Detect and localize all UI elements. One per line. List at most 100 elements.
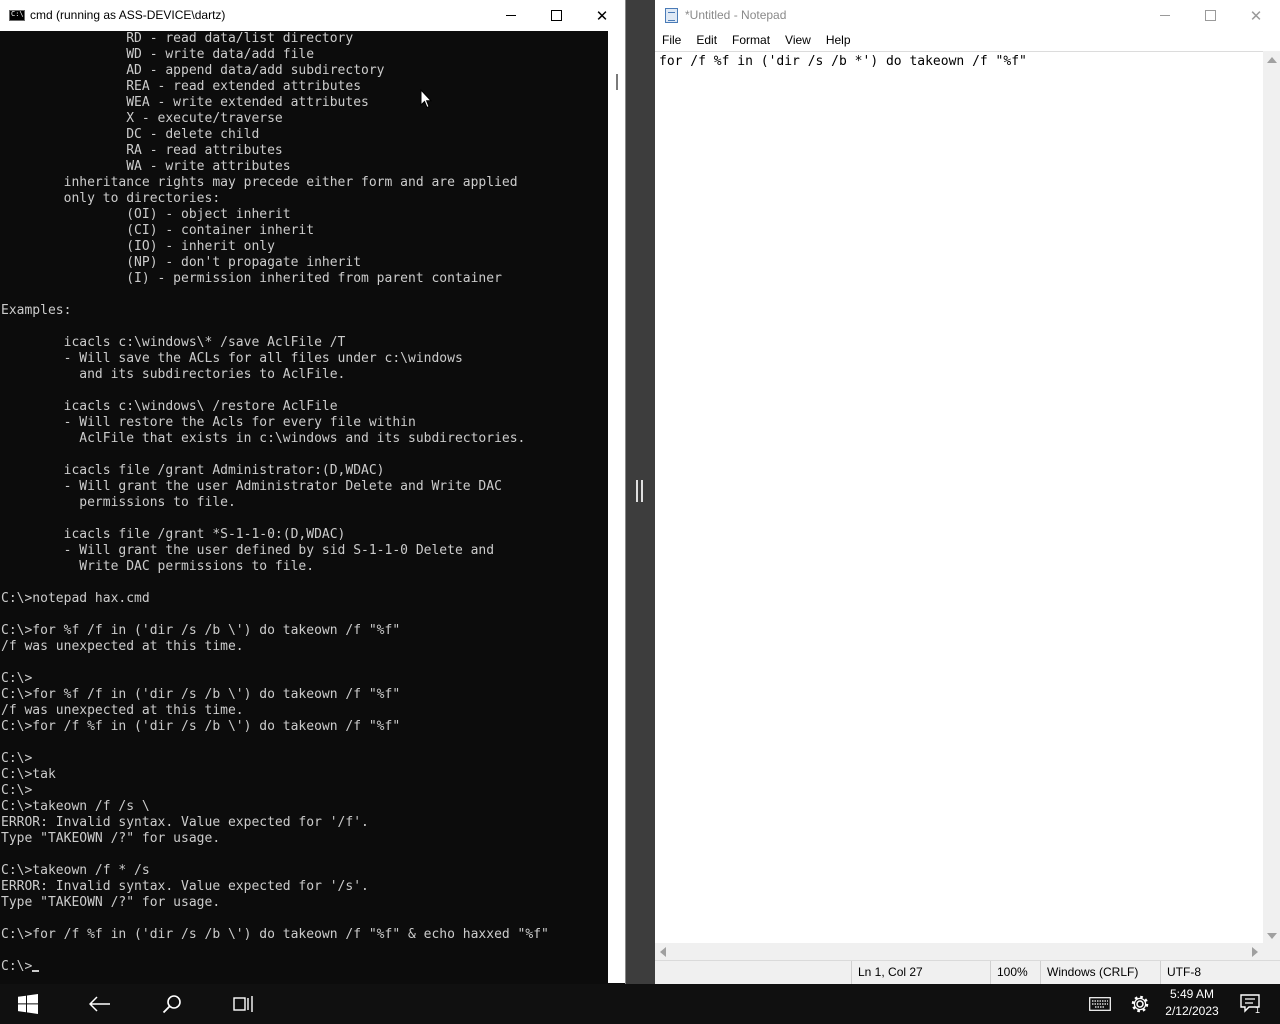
console-line: /f was unexpected at this time. <box>1 639 244 654</box>
notepad-menubar: File Edit Format View Help <box>655 31 1280 51</box>
console-line: C:\>takeown /f * /s <box>1 863 150 878</box>
console-line: WA - write attributes <box>126 159 291 174</box>
console-line: C:\> <box>1 783 33 798</box>
console-line: ERROR: Invalid syntax. Value expected fo… <box>1 815 369 830</box>
notepad-vertical-scrollbar[interactable] <box>1263 51 1280 943</box>
notification-icon[interactable]: 1 <box>1236 984 1266 1024</box>
console-line: C:\> <box>1 751 33 766</box>
back-arrow-icon[interactable] <box>80 984 120 1024</box>
cmd-window[interactable]: cmd (running as ASS-DEVICE\dartz) RD - r… <box>0 0 626 984</box>
console-line: Type "TAKEOWN /?" for usage. <box>1 831 221 846</box>
console-line: Type "TAKEOWN /?" for usage. <box>1 895 221 910</box>
notepad-app-icon <box>665 8 678 23</box>
console-line: REA - read extended attributes <box>126 79 362 94</box>
console-line: (NP) - don't propagate inherit <box>126 255 362 270</box>
search-icon[interactable] <box>152 984 192 1024</box>
text-caret-icon <box>32 970 40 972</box>
scroll-left-arrow-icon[interactable] <box>660 947 666 957</box>
status-line-ending: Windows (CRLF) <box>1040 961 1160 984</box>
console-line: RD - read data/list directory <box>126 31 354 46</box>
windows-start-icon[interactable] <box>8 984 48 1024</box>
console-line: icacls c:\windows\* /save AclFile /T <box>63 335 346 350</box>
scroll-down-arrow-icon[interactable] <box>1267 933 1277 939</box>
console-line: and its subdirectories to AclFile. <box>79 367 346 382</box>
console-line: X - execute/traverse <box>126 111 283 126</box>
notepad-maximize-button[interactable] <box>1187 0 1233 31</box>
console-line: icacls file /grant Administrator:(D,WDAC… <box>63 463 385 478</box>
cmd-scrollbar[interactable] <box>608 31 625 983</box>
notepad-statusbar: Ln 1, Col 27 100% Windows (CRLF) UTF-8 <box>655 960 1280 984</box>
scrollbar-corner <box>1263 943 1280 960</box>
console-line: C:\>takeown /f /s \ <box>1 799 150 814</box>
console-line: - Will save the ACLs for all files under… <box>63 351 463 366</box>
notepad-window[interactable]: *Untitled - Notepad File Edit Format Vie… <box>655 0 1280 984</box>
cmd-maximize-button[interactable] <box>533 0 579 31</box>
console-line: C:\>for %f /f in ('dir /s /b \') do take… <box>1 687 401 702</box>
console-line: (OI) - object inherit <box>126 207 291 222</box>
console-prompt[interactable]: C:\> <box>1 959 32 974</box>
cmd-console-output: RD - read data/list directory WD - write… <box>1 31 607 975</box>
menu-format[interactable]: Format <box>725 31 778 51</box>
notepad-minimize-button[interactable] <box>1142 0 1188 31</box>
console-line: C:\>for %f /f in ('dir /s /b \') do take… <box>1 623 401 638</box>
console-line: (I) - permission inherited from parent c… <box>126 271 502 286</box>
console-line: icacls file /grant *S-1-1-0:(D,WDAC) <box>63 527 346 542</box>
console-line: - Will grant the user defined by sid S-1… <box>63 543 495 558</box>
console-line: permissions to file. <box>79 495 236 510</box>
system-clock[interactable]: 5:49 AM 2/12/2023 <box>1160 986 1224 1020</box>
console-line: icacls c:\windows\ /restore AclFile <box>63 399 338 414</box>
cmd-titlebar[interactable]: cmd (running as ASS-DEVICE\dartz) <box>0 0 625 31</box>
console-line: - Will grant the user Administrator Dele… <box>63 479 502 494</box>
console-line: C:\>notepad hax.cmd <box>1 591 150 606</box>
notepad-text-area[interactable]: for /f %f in ('dir /s /b *') do takeown … <box>655 51 1263 943</box>
scroll-right-arrow-icon[interactable] <box>1252 947 1258 957</box>
console-line: Examples: <box>1 303 72 318</box>
console-line: RA - read attributes <box>126 143 283 158</box>
console-line: C:\>tak <box>1 767 56 782</box>
console-line: WD - write data/add file <box>126 47 315 62</box>
console-line: /f was unexpected at this time. <box>1 703 244 718</box>
console-line: only to directories: <box>63 191 221 206</box>
cmd-scroll-thumb[interactable] <box>616 74 618 90</box>
console-line: WEA - write extended attributes <box>126 95 369 110</box>
taskbar: 5:49 AM 2/12/2023 1 <box>0 984 1280 1024</box>
console-line: Write DAC permissions to file. <box>79 559 315 574</box>
notification-count: 1 <box>1255 1005 1260 1014</box>
menu-help[interactable]: Help <box>819 31 859 51</box>
console-line: ERROR: Invalid syntax. Value expected fo… <box>1 879 369 894</box>
console-line: - Will restore the Acls for every file w… <box>63 415 416 430</box>
status-encoding: UTF-8 <box>1160 961 1280 984</box>
console-line: C:\>for /f %f in ('dir /s /b \') do take… <box>1 719 401 734</box>
notepad-close-button[interactable] <box>1233 0 1279 31</box>
notepad-window-title: *Untitled - Notepad <box>685 8 787 22</box>
snap-divider[interactable] <box>626 0 655 984</box>
console-line: (CI) - container inherit <box>126 223 315 238</box>
cmd-close-button[interactable] <box>579 0 625 31</box>
notepad-horizontal-scrollbar[interactable] <box>655 943 1263 960</box>
console-line: C:\>for /f %f in ('dir /s /b \') do take… <box>1 927 549 942</box>
cmd-minimize-button[interactable] <box>488 0 534 31</box>
cmd-window-title: cmd (running as ASS-DEVICE\dartz) <box>30 8 226 22</box>
console-line: inheritance rights may precede either fo… <box>63 175 518 190</box>
cmd-console[interactable]: RD - read data/list directory WD - write… <box>1 31 607 983</box>
console-line: C:\> <box>1 671 33 686</box>
menu-edit[interactable]: Edit <box>689 31 725 51</box>
cmd-app-icon <box>9 10 25 21</box>
scroll-up-arrow-icon[interactable] <box>1267 57 1277 63</box>
status-cursor-position: Ln 1, Col 27 <box>851 961 987 984</box>
keyboard-icon[interactable] <box>1086 984 1114 1024</box>
notepad-content[interactable]: for /f %f in ('dir /s /b *') do takeown … <box>659 54 1027 70</box>
console-line: DC - delete child <box>126 127 260 142</box>
task-view-icon[interactable] <box>224 984 264 1024</box>
clock-time: 5:49 AM <box>1169 987 1215 1001</box>
clock-date: 2/12/2023 <box>1165 1004 1219 1018</box>
settings-gear-icon[interactable] <box>1126 984 1154 1024</box>
notepad-titlebar[interactable]: *Untitled - Notepad <box>655 0 1280 31</box>
console-line: (IO) - inherit only <box>126 239 275 254</box>
divider-grip-icon[interactable] <box>636 480 643 502</box>
menu-view[interactable]: View <box>778 31 819 51</box>
status-zoom: 100% <box>990 961 1040 984</box>
console-line: AclFile that exists in c:\windows and it… <box>79 431 526 446</box>
console-line: AD - append data/add subdirectory <box>126 63 385 78</box>
menu-file[interactable]: File <box>655 31 689 51</box>
